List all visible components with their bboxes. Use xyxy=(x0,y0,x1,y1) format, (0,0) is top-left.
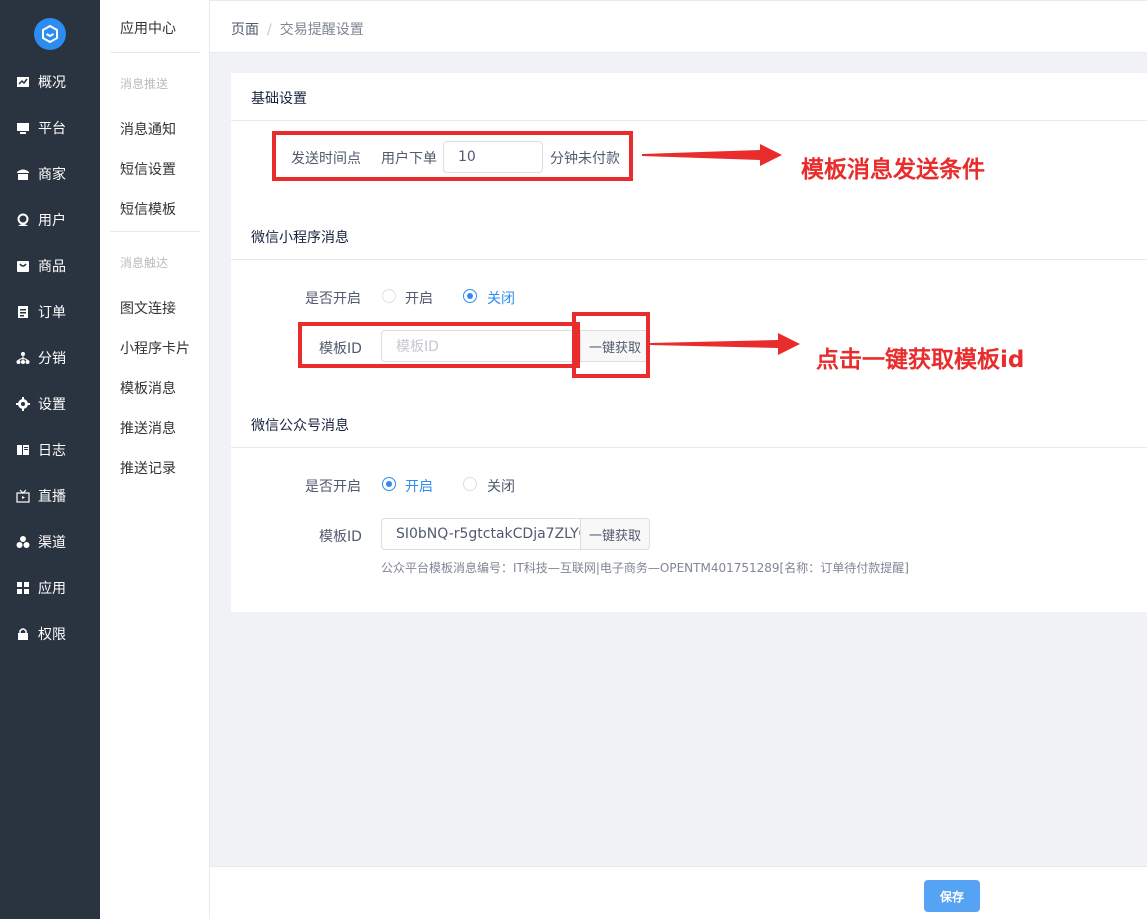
channel-icon xyxy=(16,535,30,549)
nav-item-apps[interactable]: 应用 xyxy=(0,576,100,600)
nav-label: 渠道 xyxy=(38,535,66,551)
bag-icon xyxy=(16,259,30,273)
nav-label: 应用 xyxy=(38,581,66,597)
submenu-group-push: 消息推送 xyxy=(120,77,169,91)
official-radio-off[interactable] xyxy=(463,477,477,491)
breadcrumb-root[interactable]: 页面 xyxy=(231,22,259,38)
section-title-basic: 基础设置 xyxy=(251,91,307,107)
breadcrumb-separator: / xyxy=(267,22,272,38)
annotation-box-condition xyxy=(272,131,633,181)
section-title-miniapp: 微信小程序消息 xyxy=(251,230,349,246)
submenu-item-miniapp-card[interactable]: 小程序卡片 xyxy=(120,338,190,358)
nav-label: 分销 xyxy=(38,351,66,367)
nav-item-overview[interactable]: 概况 xyxy=(0,70,100,94)
network-icon xyxy=(16,351,30,365)
nav-item-order[interactable]: 订单 xyxy=(0,300,100,324)
nav-label: 概况 xyxy=(38,75,66,91)
nav-label: 商家 xyxy=(38,167,66,183)
sub-sidebar: 应用中心 消息推送 消息通知 短信设置 短信模板 消息触达 图文连接 小程序卡片… xyxy=(100,0,210,919)
nav-item-log[interactable]: 日志 xyxy=(0,438,100,462)
annotation-arrow-fetch xyxy=(650,333,800,355)
official-fetch-button[interactable]: 一键获取 xyxy=(580,518,650,550)
annotation-text-condition: 模板消息发送条件 xyxy=(801,157,985,183)
divider xyxy=(231,447,1147,448)
nav-label: 用户 xyxy=(38,213,66,229)
nav-item-user[interactable]: 用户 xyxy=(0,208,100,232)
official-template-label: 模板ID xyxy=(319,529,362,545)
submenu-item-template-message[interactable]: 模板消息 xyxy=(120,378,176,398)
template-hint: 公众平台模板消息编号：IT科技—互联网|电子商务—OPENTM401751289… xyxy=(381,561,909,575)
official-radio-on[interactable] xyxy=(382,477,396,491)
submenu-item-push-record[interactable]: 推送记录 xyxy=(120,458,176,478)
main-sidebar: 概况 平台 商家 用户 商品 订单 分销 设置 日志 直播 渠道 应用 权限 xyxy=(0,0,100,919)
divider xyxy=(110,231,200,232)
official-radio-on-label[interactable]: 开启 xyxy=(405,476,433,496)
breadcrumb: 页面 / 交易提醒设置 xyxy=(231,19,364,39)
nav-item-permission[interactable]: 权限 xyxy=(0,622,100,646)
submenu-item-sms-template[interactable]: 短信模板 xyxy=(120,199,176,219)
miniapp-enable-label: 是否开启 xyxy=(305,291,361,307)
nav-item-goods[interactable]: 商品 xyxy=(0,254,100,278)
nav-label: 日志 xyxy=(38,443,66,459)
nav-item-merchant[interactable]: 商家 xyxy=(0,162,100,186)
annotation-box-fetch xyxy=(572,312,650,378)
breadcrumb-current: 交易提醒设置 xyxy=(279,22,364,38)
miniapp-radio-on-label[interactable]: 开启 xyxy=(405,288,433,308)
divider xyxy=(231,120,1147,121)
chart-icon xyxy=(16,75,30,89)
nav-item-channel[interactable]: 渠道 xyxy=(0,530,100,554)
miniapp-radio-off-label[interactable]: 关闭 xyxy=(487,288,515,308)
submenu-item-article-link[interactable]: 图文连接 xyxy=(120,298,176,318)
save-button[interactable]: 保存 xyxy=(924,880,980,912)
store-icon xyxy=(16,167,30,181)
divider xyxy=(110,52,200,53)
user-icon xyxy=(16,213,30,227)
official-enable-label: 是否开启 xyxy=(305,479,361,495)
section-title-official: 微信公众号消息 xyxy=(251,418,349,434)
annotation-text-fetch: 点击一键获取模板id xyxy=(816,347,1025,373)
header: 页面 / 交易提醒设置 xyxy=(210,0,1147,53)
submenu-item-sms-settings[interactable]: 短信设置 xyxy=(120,159,176,179)
nav-item-platform[interactable]: 平台 xyxy=(0,116,100,140)
nav-label: 商品 xyxy=(38,259,66,275)
miniapp-radio-on[interactable] xyxy=(382,289,396,303)
nav-label: 订单 xyxy=(38,305,66,321)
tv-icon xyxy=(16,489,30,503)
annotation-arrow-condition xyxy=(642,144,782,166)
clipboard-icon xyxy=(16,305,30,319)
submenu-item-push-message[interactable]: 推送消息 xyxy=(120,418,176,438)
nav-item-distribution[interactable]: 分销 xyxy=(0,346,100,370)
gear-icon xyxy=(16,397,30,411)
nav-label: 直播 xyxy=(38,489,66,505)
official-template-input[interactable]: SI0bNQ-r5gtctakCDja7ZLYG xyxy=(381,518,581,550)
lock-icon xyxy=(16,627,30,641)
submenu-group-reach: 消息触达 xyxy=(120,256,169,270)
logo-icon[interactable] xyxy=(34,18,66,50)
official-radio-off-label[interactable]: 关闭 xyxy=(487,476,515,496)
divider xyxy=(231,259,1147,260)
nav-item-live[interactable]: 直播 xyxy=(0,484,100,508)
nav-label: 设置 xyxy=(38,397,66,413)
monitor-icon xyxy=(16,121,30,135)
book-icon xyxy=(16,443,30,457)
nav-label: 平台 xyxy=(38,121,66,137)
submenu-title: 应用中心 xyxy=(120,21,176,37)
annotation-box-template xyxy=(298,322,580,368)
grid-icon xyxy=(16,581,30,595)
miniapp-radio-off[interactable] xyxy=(463,289,477,303)
footer-bar: 保存 xyxy=(210,866,1147,919)
nav-label: 权限 xyxy=(38,627,66,643)
submenu-item-notice[interactable]: 消息通知 xyxy=(120,119,176,139)
nav-item-settings[interactable]: 设置 xyxy=(0,392,100,416)
